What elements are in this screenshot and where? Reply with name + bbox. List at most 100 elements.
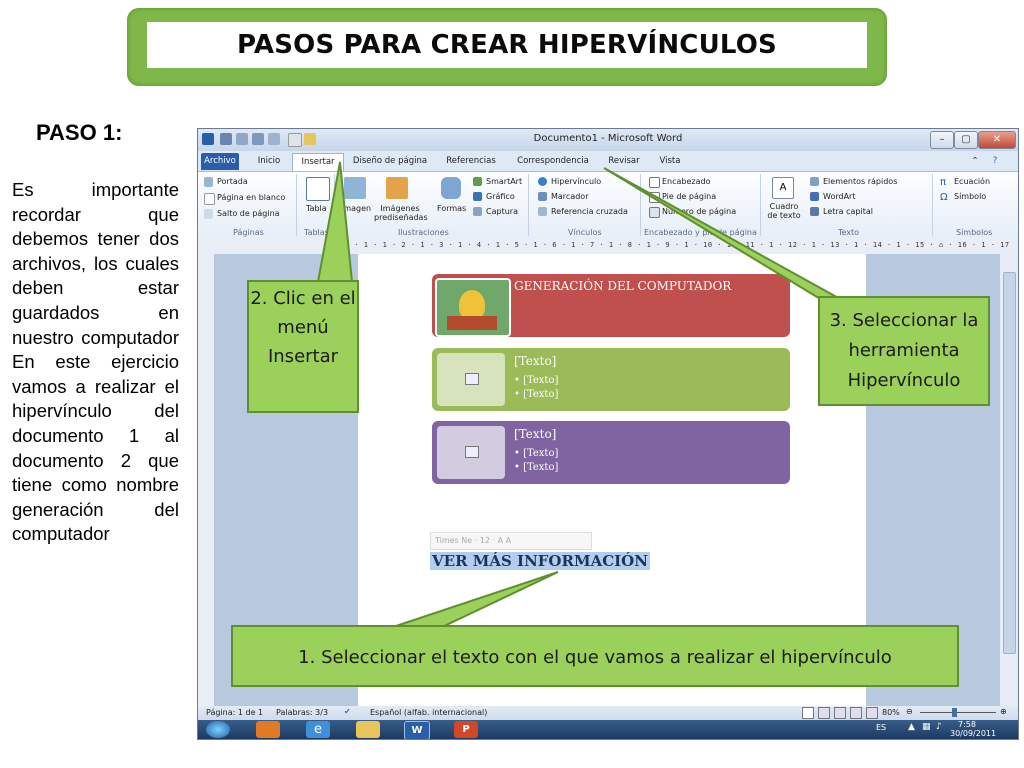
marcador-button[interactable]: Marcador (551, 192, 588, 201)
picture-placeholder-icon (465, 446, 479, 458)
print-layout-icon[interactable] (802, 707, 814, 719)
ribbon-minimize-icon[interactable]: ⌃ (968, 153, 982, 170)
image-placeholder[interactable] (437, 426, 505, 479)
tabla-button[interactable]: Tabla (306, 204, 327, 213)
cross-reference-icon (538, 207, 547, 216)
smartart-box-1[interactable]: GENERACIÓN DEL COMPUTADOR (432, 274, 790, 337)
vertical-ruler[interactable] (198, 254, 215, 714)
horizontal-ruler[interactable]: 1 · 2 · 1 · 1 · 2 · 1 · 3 · 1 · 4 · 1 · … (198, 238, 1018, 255)
maximize-button[interactable]: ▢ (954, 131, 978, 149)
text-box-icon: A (772, 177, 794, 199)
mini-toolbar-font[interactable]: Times Ne · 12 · A A (435, 536, 511, 545)
callout-step-2: 2. Clic en el menú Insertar (247, 280, 359, 413)
internet-explorer-icon[interactable]: e (306, 721, 330, 738)
file-explorer-icon[interactable] (356, 721, 380, 738)
letra-capital-button[interactable]: Letra capital (823, 207, 873, 216)
formas-button[interactable]: Formas (437, 204, 466, 213)
encabezado-button[interactable]: Encabezado (662, 177, 711, 186)
imagen-button[interactable]: Imagen (341, 204, 371, 213)
smartart-button[interactable]: SmartArt (486, 177, 522, 186)
ecuacion-button[interactable]: Ecuación (954, 177, 990, 186)
symbol-icon: Ω (940, 192, 948, 203)
title-banner: PASOS PARA CREAR HIPERVÍNCULOS (127, 8, 887, 86)
image-placeholder[interactable] (437, 353, 505, 406)
word-count[interactable]: Palabras: 3/3 (276, 708, 328, 717)
group-simbolos-label: Símbolos (956, 228, 993, 237)
elementos-rapidos-button[interactable]: Elementos rápidos (823, 177, 897, 186)
chart-icon (473, 192, 482, 201)
tab-revisar[interactable]: Revisar (604, 153, 644, 170)
draft-icon[interactable] (866, 707, 878, 719)
status-bar: Página: 1 de 1 Palabras: 3/3 ✔ Español (… (198, 706, 1018, 720)
tab-correspondencia[interactable]: Correspondencia (513, 153, 593, 170)
salto-de-pagina-button[interactable]: Salto de página (217, 209, 280, 218)
cuadro-de-texto-button[interactable]: Cuadro de texto (764, 202, 804, 220)
clock-date[interactable]: 30/09/2011 (950, 729, 996, 738)
tab-insertar[interactable]: Insertar (292, 153, 344, 171)
keyboard-language[interactable]: ES (876, 723, 886, 732)
equation-icon: π (940, 177, 947, 188)
smartart-box-2[interactable]: [Texto] • [Texto] • [Texto] (432, 348, 790, 411)
zoom-slider[interactable] (920, 712, 996, 713)
grafico-button[interactable]: Gráfico (486, 192, 515, 201)
powerpoint-taskbar-icon[interactable]: P (454, 721, 478, 738)
mini-toolbar[interactable]: Times Ne · 12 · A A (430, 532, 592, 550)
tab-archivo[interactable]: Archivo (201, 153, 239, 170)
windows-taskbar: e W P ES ▲ ▦ ♪ 7:58 30/09/2011 (198, 720, 1018, 739)
window-title: Documento1 - Microsoft Word (533, 133, 683, 144)
step-heading: PASO 1: (36, 120, 123, 145)
smartart-icon (473, 177, 482, 186)
zoom-slider-thumb[interactable] (952, 708, 957, 717)
minimize-button[interactable]: – (930, 131, 954, 149)
selected-text[interactable]: VER MÁS INFORMACIÓN (430, 552, 650, 570)
referencia-cruzada-button[interactable]: Referencia cruzada (551, 207, 628, 216)
close-button[interactable]: ✕ (978, 131, 1016, 149)
blank-page-icon (204, 193, 215, 205)
tray-arrow-icon[interactable]: ▲ (908, 722, 915, 732)
hipervinculo-button[interactable]: Hipervínculo (551, 177, 601, 186)
media-player-icon[interactable] (256, 721, 280, 738)
group-separator (334, 174, 335, 236)
wordart-button[interactable]: WordArt (823, 192, 855, 201)
tab-inicio[interactable]: Inicio (252, 153, 286, 170)
ribbon-insertar: Portada Página en blanco Salto de página… (198, 171, 1018, 239)
help-icon[interactable]: ? (988, 153, 1002, 170)
tab-vista[interactable]: Vista (652, 153, 688, 170)
zoom-out-icon[interactable]: ⊖ (906, 707, 913, 716)
full-screen-icon[interactable] (818, 707, 830, 719)
pie-de-pagina-button[interactable]: Pie de página (662, 192, 716, 201)
start-button[interactable] (206, 721, 230, 738)
word-title-bar: Documento1 - Microsoft Word – ▢ ✕ (198, 129, 1018, 151)
picture-placeholder-icon (465, 373, 479, 385)
network-icon[interactable]: ▦ (922, 722, 931, 732)
scrollbar-thumb[interactable] (1003, 272, 1016, 654)
header-icon (649, 177, 660, 188)
smartart-box-3[interactable]: [Texto] • [Texto] • [Texto] (432, 421, 790, 484)
simbolo-button[interactable]: Símbolo (954, 192, 986, 201)
web-layout-icon[interactable] (834, 707, 846, 719)
tab-referencias[interactable]: Referencias (441, 153, 501, 170)
pagina-en-blanco-button[interactable]: Página en blanco (217, 193, 285, 202)
page-count[interactable]: Página: 1 de 1 (206, 708, 263, 717)
numero-de-pagina-button[interactable]: Número de página (662, 207, 736, 216)
screenshot-icon (473, 207, 482, 216)
imagenes-predisenadas-button[interactable]: Imágenes prediseñadas (374, 204, 428, 222)
language-status[interactable]: Español (alfab. internacional) (370, 708, 487, 717)
ribbon-tabs: Archivo Inicio Insertar Diseño de página… (198, 151, 1018, 171)
outline-icon[interactable] (850, 707, 862, 719)
zoom-in-icon[interactable]: ⊕ (1000, 707, 1007, 716)
captura-button[interactable]: Captura (486, 207, 518, 216)
drop-cap-icon (810, 207, 819, 216)
callout-step-3-text: 3. Seleccionar la herramienta Hipervíncu… (829, 310, 979, 391)
volume-icon[interactable]: ♪ (936, 722, 942, 732)
zoom-level[interactable]: 80% (882, 708, 900, 717)
vertical-scrollbar[interactable] (999, 254, 1018, 714)
word-taskbar-icon[interactable]: W (404, 721, 430, 739)
portada-button[interactable]: Portada (217, 177, 248, 186)
clock-time[interactable]: 7:58 (958, 720, 976, 729)
tab-diseno-de-pagina[interactable]: Diseño de página (350, 153, 430, 170)
page-number-icon (649, 207, 660, 218)
clipart-icon (386, 177, 408, 199)
callout-step-2-text: 2. Clic en el menú Insertar (250, 288, 356, 367)
proofing-icon[interactable]: ✔ (344, 707, 351, 716)
